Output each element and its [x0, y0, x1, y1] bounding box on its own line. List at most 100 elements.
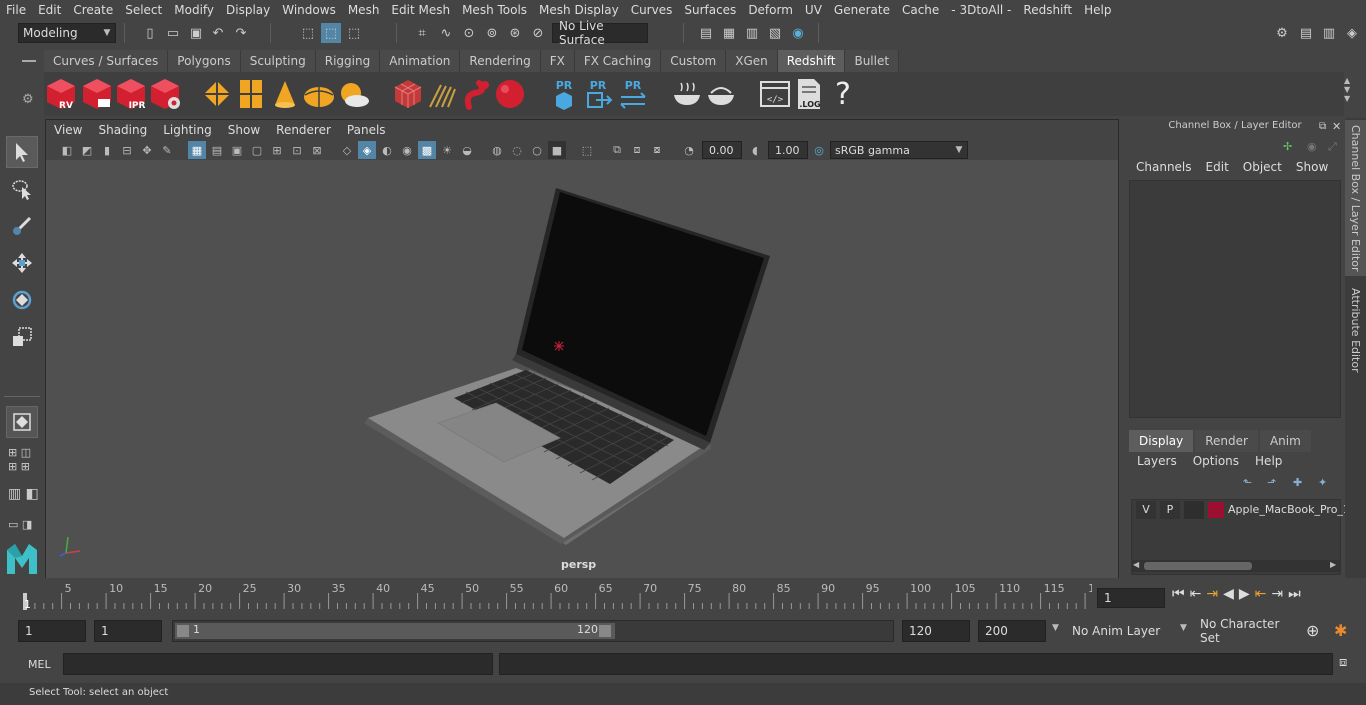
redshift-render-view-icon[interactable]: RV: [44, 76, 78, 112]
redshift-render-icon[interactable]: [80, 76, 114, 112]
save-scene-icon[interactable]: ▣: [186, 23, 206, 43]
script-editor-icon[interactable]: ⧈: [1339, 655, 1347, 670]
menu-help[interactable]: Help: [1078, 3, 1117, 17]
layer-display-type-toggle[interactable]: [1184, 501, 1204, 519]
channel-box-menu-edit[interactable]: Edit: [1199, 160, 1236, 178]
shelf-scroll[interactable]: ▲ ▼ ▼: [1344, 76, 1356, 112]
anim-layer-dropdown[interactable]: No Anim Layer: [1068, 620, 1178, 642]
wireframe-icon[interactable]: ◇: [338, 141, 356, 159]
lasso-tool-icon[interactable]: [6, 173, 38, 205]
safe-action-icon[interactable]: ⊡: [288, 141, 306, 159]
layer-tab-anim[interactable]: Anim: [1259, 430, 1311, 452]
redshift-sun-sky-icon[interactable]: [336, 76, 370, 112]
help-icon[interactable]: ?: [826, 76, 860, 112]
hypershade-icon[interactable]: ◉: [788, 23, 808, 43]
range-slider-thumb[interactable]: 1 120: [175, 623, 615, 639]
toggle-attribute-icon[interactable]: ▥: [1319, 23, 1339, 43]
redshift-dome-light-icon[interactable]: [302, 76, 336, 112]
range-slider[interactable]: 1 120: [172, 620, 894, 642]
attribute-editor-side-tab[interactable]: Attribute Editor: [1345, 280, 1366, 380]
new-scene-icon[interactable]: ▯: [140, 23, 160, 43]
isolate-select-icon[interactable]: ⬚: [578, 141, 596, 159]
redshift-ipr-icon[interactable]: IPR: [114, 76, 148, 112]
pr-transfer-icon[interactable]: PR: [616, 76, 650, 112]
gamma-icon[interactable]: ◖: [746, 141, 764, 159]
shelf-tab-sculpting[interactable]: Sculpting: [240, 50, 316, 72]
layer-menu-options[interactable]: Options: [1185, 454, 1247, 472]
chevron-down-icon[interactable]: ▼: [1180, 623, 1187, 633]
redshift-material-ball-icon[interactable]: [493, 76, 527, 112]
auto-key-icon[interactable]: ⊕: [1306, 621, 1319, 640]
menu-edit[interactable]: Edit: [32, 3, 67, 17]
viewport-menu-renderer[interactable]: Renderer: [268, 123, 339, 137]
menu-redshift[interactable]: Redshift: [1017, 3, 1078, 17]
smooth-shade-icon[interactable]: ◈: [358, 141, 376, 159]
manipulator-icon[interactable]: ✢: [1283, 140, 1292, 153]
exposure-icon[interactable]: ◔: [680, 141, 698, 159]
color-space-dropdown[interactable]: sRGB gamma ▼: [830, 141, 968, 159]
scroll-right-icon[interactable]: ▶: [1330, 560, 1336, 569]
grease-pencil-icon[interactable]: ✎: [158, 141, 176, 159]
scale-tool-icon[interactable]: [6, 321, 38, 353]
xray-joints-icon[interactable]: ⧈: [628, 141, 646, 159]
playback-end-field[interactable]: 120: [902, 620, 970, 642]
undo-icon[interactable]: ↶: [208, 23, 228, 43]
move-layer-up-icon[interactable]: ⬑: [1243, 476, 1252, 489]
menu-3dtoall[interactable]: - 3DtoAll -: [945, 3, 1017, 17]
pr-export-icon[interactable]: PR: [581, 76, 615, 112]
channel-box-menu-object[interactable]: Object: [1236, 160, 1289, 178]
render-settings-icon[interactable]: ▧: [765, 23, 785, 43]
redshift-area-light-icon[interactable]: [234, 76, 268, 112]
command-language-toggle[interactable]: MEL: [28, 658, 51, 671]
redshift-mesh-light-icon[interactable]: [391, 76, 425, 112]
go-to-end-icon[interactable]: ⏭: [1288, 586, 1301, 602]
select-hierarchy-icon[interactable]: ⬚: [298, 23, 318, 43]
step-back-key-icon[interactable]: ⇤: [1190, 586, 1202, 602]
resolution-gate-icon[interactable]: ▣: [228, 141, 246, 159]
select-tool-icon[interactable]: [6, 136, 38, 168]
move-layer-down-icon[interactable]: ⬏: [1267, 476, 1276, 489]
soft-select-icon[interactable]: [6, 406, 38, 438]
shelf-tab-fx-caching[interactable]: FX Caching: [574, 50, 662, 72]
color-management-icon[interactable]: ◎: [810, 141, 828, 159]
pr-cube-icon[interactable]: PR: [547, 76, 581, 112]
paint-select-tool-icon[interactable]: [6, 210, 38, 242]
layer-tab-display[interactable]: Display: [1129, 430, 1194, 452]
exposure-field[interactable]: 0.00: [702, 141, 742, 159]
step-back-frame-icon[interactable]: ⇥: [1206, 586, 1218, 602]
shelf-tab-polygons[interactable]: Polygons: [168, 50, 241, 72]
workspace-icon[interactable]: ⚙: [1272, 23, 1292, 43]
viewport-panel[interactable]: View Shading Lighting Show Renderer Panels ◧ …: [45, 119, 1119, 578]
layout-single-icon[interactable]: ⊞ ◫ ⊞ ⊞: [8, 446, 31, 474]
snap-surface-icon[interactable]: ⊛: [505, 23, 525, 43]
mode-dropdown[interactable]: Modeling ▼: [18, 23, 116, 43]
redshift-proxy-icon[interactable]: [200, 76, 234, 112]
toggle-channel-box-icon[interactable]: ◈: [1342, 23, 1362, 43]
snap-point-icon[interactable]: ⊙: [459, 23, 479, 43]
default-material-icon[interactable]: ◐: [378, 141, 396, 159]
shelf-settings-icon[interactable]: ⚙: [22, 92, 34, 107]
command-input[interactable]: [63, 653, 493, 675]
channel-box-menu-channels[interactable]: Channels: [1129, 160, 1199, 178]
close-icon[interactable]: ✕: [1332, 120, 1341, 133]
menu-create[interactable]: Create: [67, 3, 119, 17]
ambient-occlusion-icon[interactable]: ◍: [488, 141, 506, 159]
scrollbar-thumb[interactable]: [1144, 562, 1252, 570]
open-scene-icon[interactable]: ▭: [163, 23, 183, 43]
lights-icon[interactable]: ☀: [438, 141, 456, 159]
shelf-tab-xgen[interactable]: XGen: [726, 50, 778, 72]
snap-edge-icon[interactable]: ⊘: [528, 23, 548, 43]
range-start-handle[interactable]: [177, 625, 189, 637]
menu-modify[interactable]: Modify: [168, 3, 220, 17]
menu-icon[interactable]: [22, 60, 36, 62]
layer-row[interactable]: V P Apple_MacBook_Pro_1: [1134, 500, 1350, 520]
film-gate-icon[interactable]: ▤: [208, 141, 226, 159]
current-frame-field[interactable]: 1: [1097, 588, 1165, 608]
camera-attributes-icon[interactable]: ◩: [78, 141, 96, 159]
xray-icon[interactable]: ⧉: [608, 141, 626, 159]
move-tool-icon[interactable]: [6, 247, 38, 279]
menu-display[interactable]: Display: [220, 3, 276, 17]
channel-box-menu-show[interactable]: Show: [1289, 160, 1335, 178]
menu-cache[interactable]: Cache: [896, 3, 945, 17]
script-editor-icon[interactable]: </>: [758, 76, 792, 112]
